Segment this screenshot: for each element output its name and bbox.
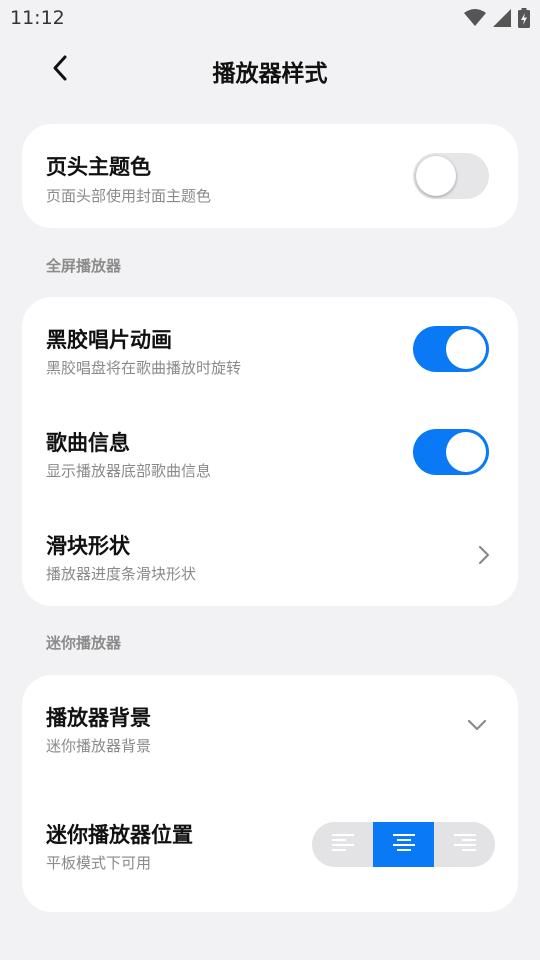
- align-left-icon: [331, 832, 355, 858]
- align-left-option[interactable]: [312, 822, 373, 867]
- setting-title: 迷你播放器位置: [46, 823, 193, 847]
- setting-title: 页头主题色: [46, 155, 151, 179]
- chevron-right-icon: [477, 544, 491, 570]
- setting-row-song-info[interactable]: 歌曲信息 显示播放器底部歌曲信息: [22, 413, 518, 493]
- battery-charging-icon: [518, 8, 530, 32]
- vinyl-animation-toggle[interactable]: [413, 326, 489, 372]
- fullscreen-player-card: 黑胶唱片动画 黑胶唱盘将在歌曲播放时旋转 歌曲信息 显示播放器底部歌曲信息 滑块…: [22, 297, 518, 606]
- setting-title: 滑块形状: [46, 534, 130, 558]
- header-theme-card: 页头主题色 页面头部使用封面主题色: [22, 124, 518, 228]
- toggle-knob: [446, 432, 486, 472]
- status-bar: 11:12: [0, 0, 540, 36]
- setting-subtitle: 黑胶唱盘将在歌曲播放时旋转: [46, 359, 242, 377]
- chevron-down-icon: [466, 717, 488, 736]
- setting-subtitle: 页面头部使用封面主题色: [46, 187, 212, 205]
- section-label-mini: 迷你播放器: [46, 634, 122, 652]
- setting-row-header-theme[interactable]: 页头主题色 页面头部使用封面主题色: [22, 136, 518, 216]
- signal-icon: [493, 9, 511, 31]
- setting-row-player-background[interactable]: 播放器背景 迷你播放器背景: [22, 689, 518, 769]
- setting-title: 歌曲信息: [46, 431, 130, 455]
- toggle-knob: [416, 156, 456, 196]
- app-header: 播放器样式: [0, 40, 540, 100]
- setting-subtitle: 平板模式下可用: [46, 854, 152, 872]
- setting-row-mini-position: 迷你播放器位置 平板模式下可用: [22, 806, 518, 886]
- wifi-icon: [464, 9, 486, 31]
- setting-subtitle: 迷你播放器背景: [46, 737, 152, 755]
- setting-title: 播放器背景: [46, 706, 151, 730]
- section-label-fullscreen: 全屏播放器: [46, 257, 122, 275]
- toggle-knob: [446, 329, 486, 369]
- position-segmented-control: [312, 822, 495, 867]
- status-icons: [464, 8, 530, 32]
- align-right-option[interactable]: [434, 822, 495, 867]
- setting-subtitle: 播放器进度条滑块形状: [46, 565, 197, 583]
- screen: 11:12 播放器样式 页头主题色 页面头部使用封面主题色 全屏播放器 黑胶唱片…: [0, 0, 540, 960]
- setting-row-slider-shape[interactable]: 滑块形状 播放器进度条滑块形状: [22, 516, 518, 596]
- setting-row-vinyl-animation[interactable]: 黑胶唱片动画 黑胶唱盘将在歌曲播放时旋转: [22, 310, 518, 390]
- mini-player-card: 播放器背景 迷你播放器背景 迷你播放器位置 平板模式下可用: [22, 675, 518, 912]
- setting-title: 黑胶唱片动画: [46, 328, 172, 352]
- header-theme-toggle[interactable]: [413, 153, 489, 199]
- page-title: 播放器样式: [212, 61, 328, 87]
- setting-subtitle: 显示播放器底部歌曲信息: [46, 462, 212, 480]
- align-center-option[interactable]: [373, 822, 434, 867]
- align-center-icon: [392, 832, 416, 858]
- song-info-toggle[interactable]: [413, 429, 489, 475]
- status-time: 11:12: [10, 7, 65, 29]
- align-right-icon: [453, 832, 477, 858]
